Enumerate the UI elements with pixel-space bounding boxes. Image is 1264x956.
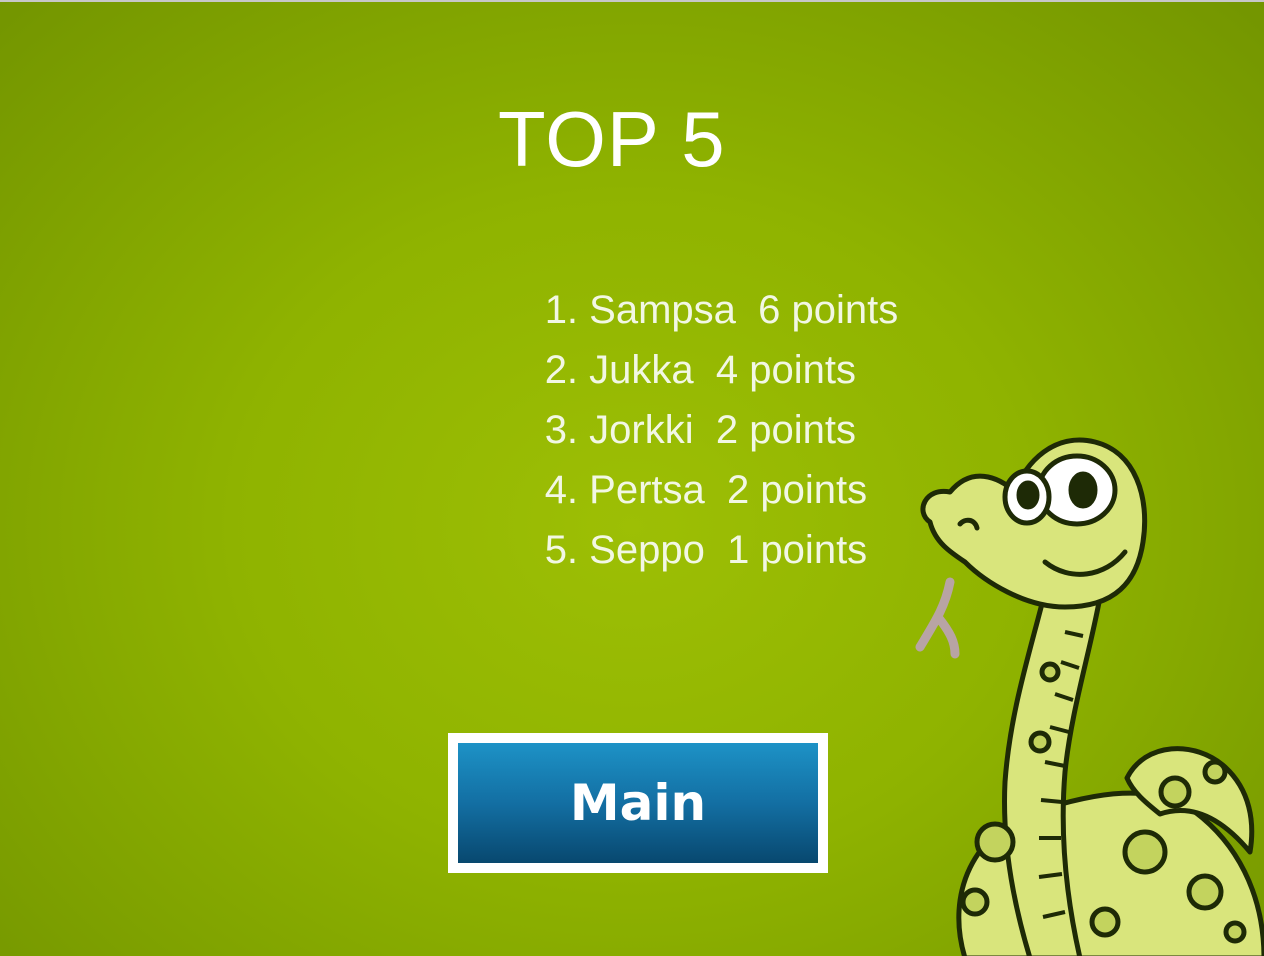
player-name: Jukka <box>589 348 694 392</box>
leaderboard-title: TOP 5 <box>498 95 726 183</box>
player-points: 6 points <box>758 288 899 332</box>
top5-screen: TOP 5 1. Sampsa 6 points 2. Jukka 4 poin… <box>0 0 1264 956</box>
player-name: Seppo <box>589 528 705 572</box>
score-rank: 2. <box>544 348 579 392</box>
snake-mascot-icon <box>915 437 1264 956</box>
player-name: Sampsa <box>589 288 736 332</box>
score-rank: 1. <box>544 288 579 332</box>
score-entry: 1. Sampsa 6 points <box>478 238 899 332</box>
player-points: 1 points <box>727 528 868 572</box>
score-rank: 3. <box>544 408 579 452</box>
player-points: 2 points <box>727 468 868 512</box>
score-list: 1. Sampsa 6 points 2. Jukka 4 points 3. … <box>478 238 899 572</box>
player-name: Pertsa <box>589 468 705 512</box>
player-name: Jorkki <box>589 408 694 452</box>
player-points: 2 points <box>715 408 856 452</box>
player-points: 4 points <box>715 348 857 392</box>
score-rank: 5. <box>544 528 579 572</box>
main-button[interactable]: Main <box>448 733 828 873</box>
score-rank: 4. <box>544 468 579 512</box>
